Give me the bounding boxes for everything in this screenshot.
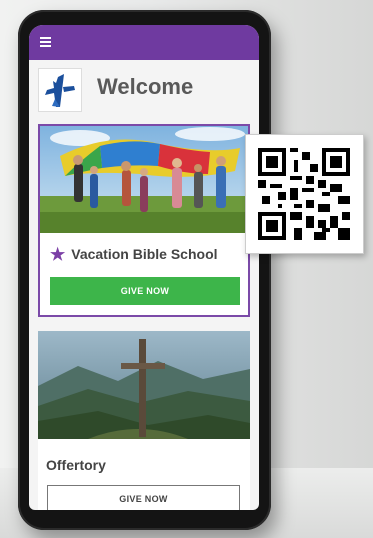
vbs-card[interactable]: ★ Vacation Bible School GIVE NOW (38, 124, 250, 317)
welcome-section: Welcome (29, 60, 259, 120)
offertory-image (38, 331, 250, 439)
app-screen: Welcome ★ Vacation Bible School GIVE NOW… (29, 25, 259, 510)
vbs-give-now-button[interactable]: GIVE NOW (50, 277, 240, 305)
vbs-image (40, 126, 248, 233)
offertory-card[interactable]: Offertory GIVE NOW (38, 331, 250, 510)
church-logo (38, 68, 82, 112)
qr-code-icon (258, 148, 350, 240)
vbs-title-text: Vacation Bible School (71, 246, 218, 262)
offertory-give-now-button[interactable]: GIVE NOW (47, 485, 240, 510)
star-icon: ★ (50, 245, 66, 264)
qr-code-card (245, 134, 364, 254)
hamburger-menu-icon[interactable] (40, 37, 51, 47)
app-header-bar (29, 25, 259, 60)
offertory-card-title: Offertory (46, 457, 106, 473)
vbs-card-title: ★ Vacation Bible School (50, 245, 218, 265)
page-title: Welcome (97, 74, 194, 99)
